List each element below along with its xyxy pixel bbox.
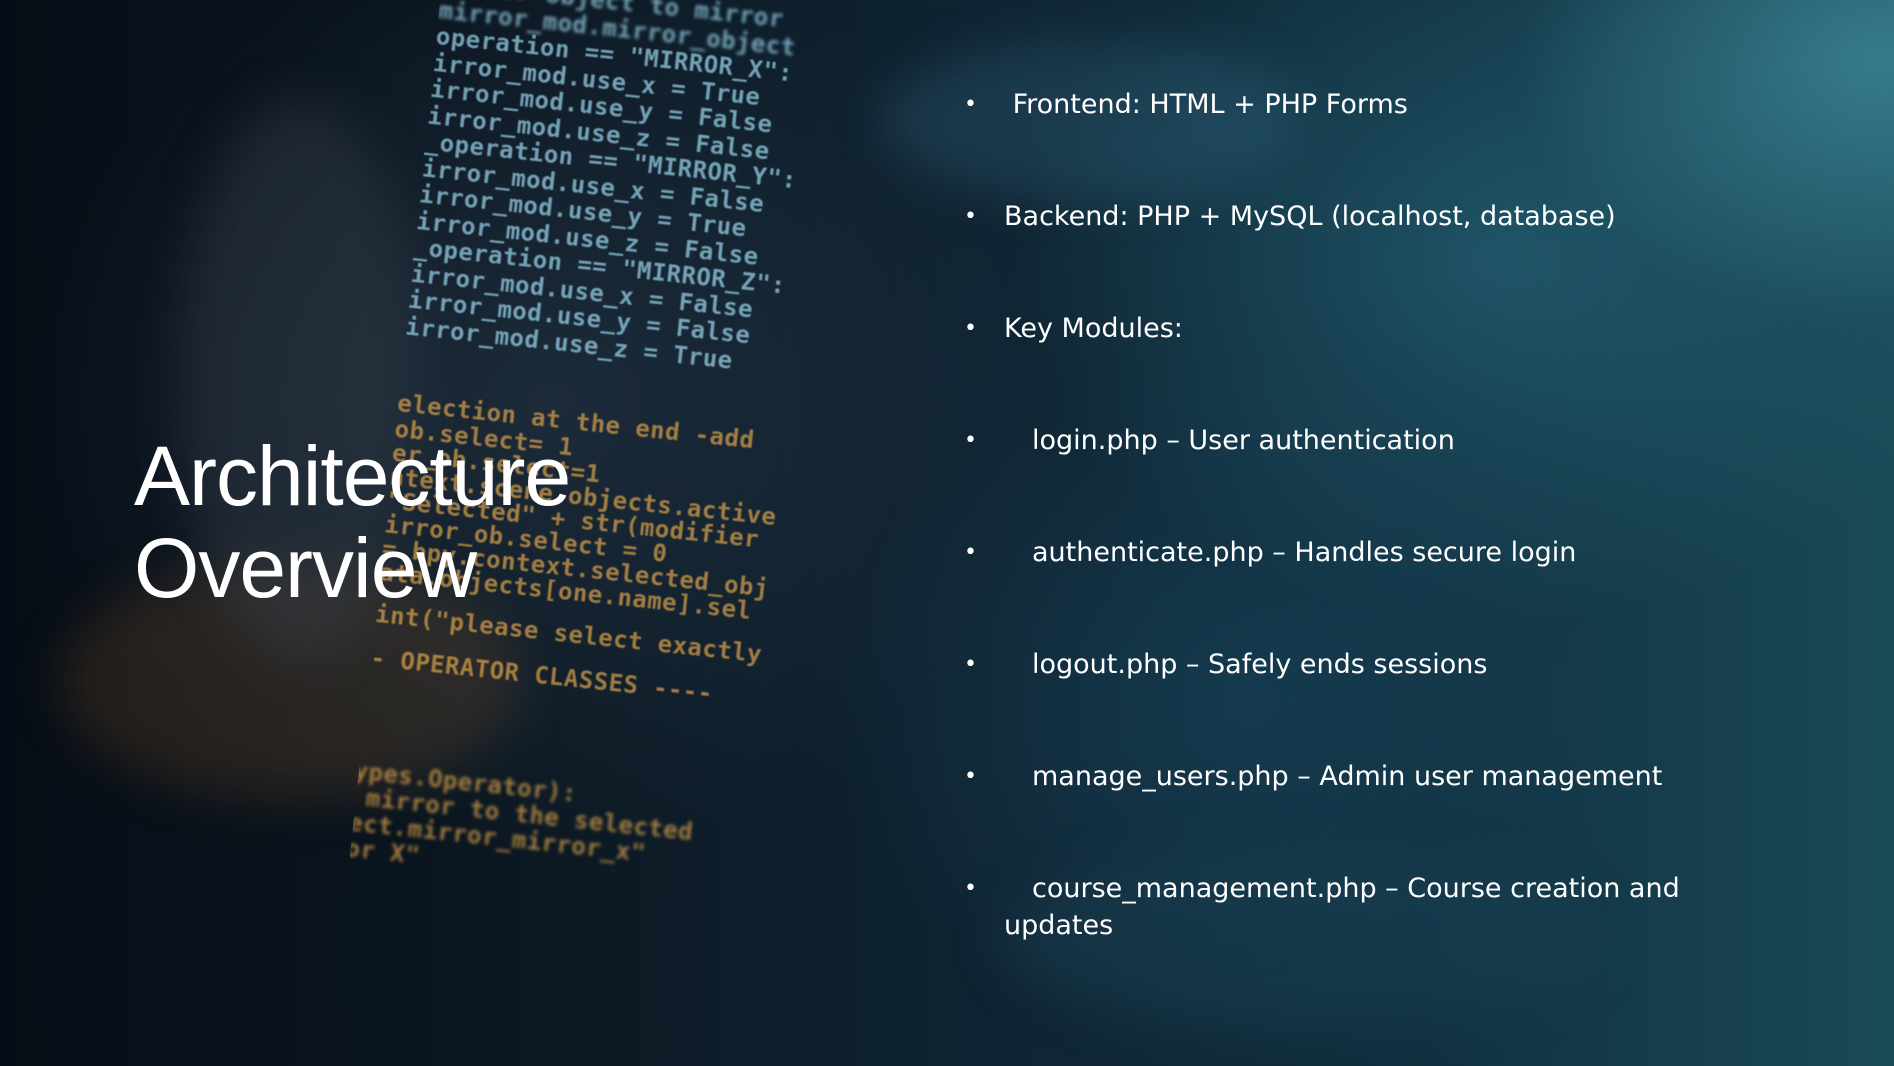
bullet-item: • logout.php – Safely ends sessions: [964, 646, 1724, 683]
bullet-item: • Backend: PHP + MySQL (localhost, datab…: [964, 198, 1724, 235]
background-code-line: irror_mod.use_x = False: [409, 259, 755, 323]
background-code-line: - OPERATOR CLASSES ----: [369, 643, 715, 708]
bullet-icon: •: [964, 652, 977, 677]
bullet-icon: •: [964, 540, 977, 565]
bullet-icon: •: [964, 92, 977, 117]
bullet-text: manage_users.php – Admin user management: [1032, 761, 1663, 792]
bullet-text: Key Modules:: [1004, 313, 1183, 344]
bullet-text: Backend: PHP + MySQL (localhost, databas…: [1004, 201, 1616, 232]
background-code-line: irror_mod.use_y = False: [429, 74, 774, 139]
bullet-text: Frontend: HTML + PHP Forms: [1004, 89, 1408, 120]
background-code-line: types.Operator):: [337, 754, 579, 808]
background-code-line: irror_mod.use_x = True: [431, 48, 762, 111]
slide-title-line-1: Architecture: [134, 429, 571, 523]
bullet-item: • authenticate.php – Handles secure logi…: [964, 534, 1724, 571]
background-code-line: irror_mod.use_y = False: [406, 285, 752, 350]
bullet-text: authenticate.php – Handles secure login: [1032, 537, 1577, 568]
background-code-line: irror_mod.use_y = True: [418, 180, 749, 243]
background-code-line: irror_mod.use_z = False: [415, 206, 761, 271]
bullet-item: • Frontend: HTML + PHP Forms: [964, 86, 1724, 123]
bullet-icon: •: [964, 764, 977, 789]
bullet-text: course_management.php – Course creation …: [1004, 873, 1680, 941]
background-code-line: ject.mirror_mirror_x": [332, 806, 648, 868]
bullet-text: login.php – User authentication: [1032, 425, 1455, 456]
bullet-item: • manage_users.php – Admin user manageme…: [964, 758, 1724, 795]
bullet-icon: •: [964, 316, 977, 341]
slide: r or object to mirror mirror_mod.mirror_o…: [0, 0, 1894, 1066]
background-code-line: operation == "MIRROR_X":: [434, 22, 795, 88]
background-code-line: irror_mod.use_z = True: [404, 311, 735, 375]
bullet-item: • Key Modules:: [964, 310, 1724, 347]
bullet-icon: •: [964, 428, 977, 453]
bullet-icon: •: [964, 204, 977, 229]
background-code-line: irror_mod.use_x = False: [420, 153, 766, 218]
slide-title-line-2: Overview: [134, 521, 477, 615]
background-code-line: _operation == "MIRROR_Y":: [423, 127, 799, 195]
bullet-item: • course_management.php – Course creatio…: [964, 870, 1724, 944]
slide-title: Architecture Overview: [134, 430, 774, 614]
background-code-line: ror X": [330, 832, 422, 870]
background-code-line: mirror_mod.mirror_object: [437, 0, 798, 62]
bullet-item: • login.php – User authentication: [964, 422, 1724, 459]
background-code-line: irror_mod.use_z = False: [426, 101, 772, 165]
background-code-line: X mirror to the selected: [334, 780, 695, 847]
bullet-text: logout.php – Safely ends sessions: [1032, 649, 1488, 680]
bullet-icon: •: [964, 876, 977, 901]
background-code-line: r or object to mirror: [470, 0, 786, 34]
background-code-line: _operation == "MIRROR_Z":: [412, 232, 788, 300]
